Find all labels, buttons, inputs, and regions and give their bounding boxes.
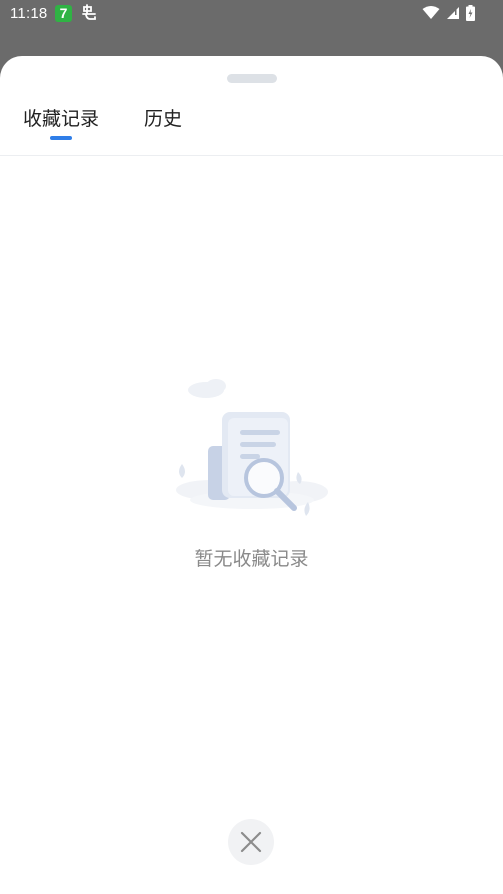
tab-bar: 收藏记录 历史 [0, 100, 503, 156]
signal-icon [446, 6, 460, 20]
status-icons [422, 5, 475, 21]
active-tab-indicator [50, 136, 72, 140]
app-notification-icon [80, 4, 98, 22]
empty-document-search-icon [170, 376, 330, 526]
status-bar: 11:18 7 [0, 0, 503, 30]
drag-handle[interactable] [227, 74, 277, 83]
tab-favorites[interactable]: 收藏记录 [23, 104, 99, 131]
empty-state-message: 暂无收藏记录 [194, 548, 309, 570]
battery-icon [466, 5, 475, 21]
tab-history[interactable]: 历史 [144, 104, 182, 131]
bottom-sheet: 收藏记录 历史 暂无收藏记录 [0, 56, 503, 894]
status-time: 11:18 [10, 5, 48, 22]
wifi-icon [422, 6, 440, 20]
close-button[interactable] [228, 819, 274, 865]
status-badge: 7 [55, 5, 72, 22]
close-icon [240, 831, 262, 853]
